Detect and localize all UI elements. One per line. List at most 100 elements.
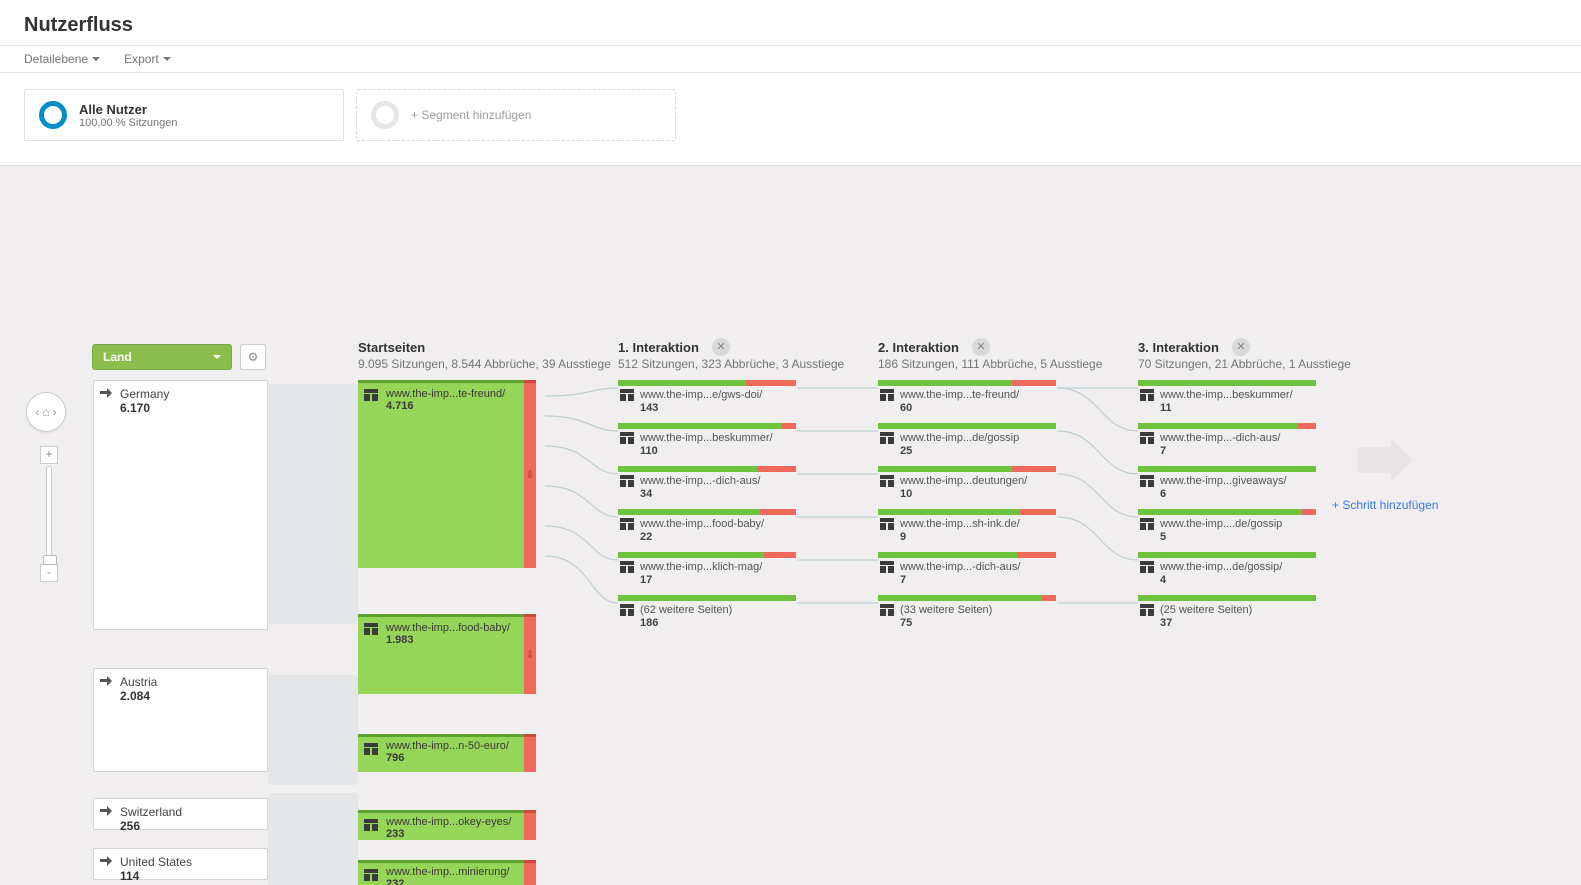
page-value: 4.716	[386, 400, 516, 412]
interaction-node[interactable]: www.the-imp...te-freund/60	[878, 380, 1058, 423]
delete-column-i1[interactable]: ✕	[712, 338, 730, 356]
flow-canvas[interactable]: ‹ ⌂ › + - Land ⚙ Startseiten 9.095 Sitzu…	[0, 165, 1581, 885]
node-value: 75	[900, 617, 992, 630]
page-icon	[880, 475, 894, 487]
country-name: Switzerland	[120, 805, 259, 819]
caret-down-icon	[163, 57, 171, 61]
interaction-node[interactable]: www.the-imp...food-baby/22	[618, 509, 798, 552]
interaction-node[interactable]: www.the-imp...beskummer/110	[618, 423, 798, 466]
page-icon	[880, 389, 894, 401]
node-title: www.the-imp...-dich-aus/	[900, 561, 1020, 574]
zoom-track[interactable]	[46, 466, 52, 562]
segment-bar: Alle Nutzer 100,00 % Sitzungen + Segment…	[0, 73, 1581, 165]
page-title-text: www.the-imp...te-freund/	[386, 388, 516, 400]
segment-all-users[interactable]: Alle Nutzer 100,00 % Sitzungen	[24, 89, 344, 141]
page-node[interactable]: www.the-imp...n-50-euro/ 796	[358, 734, 536, 772]
interaction-node[interactable]: www.the-imp...sh-ink.de/9	[878, 509, 1058, 552]
gear-icon: ⚙	[248, 350, 259, 364]
node-value: 10	[900, 488, 1027, 501]
node-value: 60	[900, 402, 1019, 415]
column-title: Startseiten	[358, 340, 611, 355]
node-value: 25	[900, 445, 1019, 458]
caret-down-icon	[213, 355, 221, 359]
page-icon	[620, 432, 634, 444]
node-title: www.the-imp...de/gossip/	[1160, 561, 1282, 574]
node-title: www.the-imp...food-baby/	[640, 518, 764, 531]
interaction-node[interactable]: www.the-imp...-dich-aus/7	[1138, 423, 1318, 466]
toolbar: Detailebene Export	[0, 45, 1581, 73]
interaction-node[interactable]: www.the-imp...e/gws-doi/143	[618, 380, 798, 423]
node-value: 7	[900, 574, 1020, 587]
interaction-node[interactable]: www.the-imp...klich-mag/17	[618, 552, 798, 595]
node-value: 4	[1160, 574, 1282, 587]
segment-title: Alle Nutzer	[79, 102, 177, 117]
page-node[interactable]: www.the-imp...minierung/ 232	[358, 860, 536, 885]
page-icon	[1140, 518, 1154, 530]
interaction-node[interactable]: (25 weitere Seiten)37	[1138, 595, 1318, 638]
node-value: 7	[1160, 445, 1280, 458]
interaction-node[interactable]: www.the-imp...de/gossip/4	[1138, 552, 1318, 595]
page-icon	[620, 475, 634, 487]
node-title: www.the-imp...e/gws-doi/	[640, 389, 762, 402]
page-icon	[1140, 389, 1154, 401]
caret-down-icon	[92, 57, 100, 61]
node-value: 5	[1160, 531, 1282, 544]
export-menu[interactable]: Export	[124, 52, 171, 66]
interaction-node[interactable]: www.the-imp....de/gossip5	[1138, 509, 1318, 552]
page-icon	[880, 561, 894, 573]
node-value: 17	[640, 574, 762, 587]
node-value: 143	[640, 402, 762, 415]
donut-icon	[39, 101, 67, 129]
big-arrow-icon	[1357, 438, 1413, 482]
pan-home-control[interactable]: ‹ ⌂ ›	[26, 392, 66, 432]
settings-button[interactable]: ⚙	[240, 344, 266, 370]
node-title: www.the-imp...-dich-aus/	[1160, 432, 1280, 445]
dimension-select[interactable]: Land	[92, 344, 232, 370]
export-label: Export	[124, 52, 159, 66]
node-title: www.the-imp....de/gossip	[1160, 518, 1282, 531]
page-value: 232	[386, 878, 516, 885]
page-value: 1.983	[386, 634, 516, 646]
column-subtitle: 70 Sitzungen, 21 Abbrüche, 1 Ausstiege	[1138, 357, 1351, 371]
interaction-node[interactable]: www.the-imp...-dich-aus/34	[618, 466, 798, 509]
column-subtitle: 186 Sitzungen, 111 Abbrüche, 5 Ausstiege	[878, 357, 1102, 371]
flow-ribbon	[268, 675, 358, 785]
node-title: (62 weitere Seiten)	[640, 604, 732, 617]
page-title-text: www.the-imp...okey-eyes/	[386, 816, 516, 828]
country-node[interactable]: Switzerland 256	[93, 798, 268, 830]
interaction-node[interactable]: (33 weitere Seiten)75	[878, 595, 1058, 638]
zoom-thumb[interactable]	[43, 555, 57, 565]
country-node[interactable]: Germany 6.170	[93, 380, 268, 630]
node-title: www.the-imp...-dich-aus/	[640, 475, 760, 488]
donut-ghost-icon	[371, 101, 399, 129]
interaction-node[interactable]: www.the-imp...de/gossip25	[878, 423, 1058, 466]
interaction-node[interactable]: (62 weitere Seiten)186	[618, 595, 798, 638]
page-icon	[364, 869, 378, 881]
dropoff-bar: ⇩	[524, 380, 536, 568]
node-value: 110	[640, 445, 773, 458]
country-value: 114	[120, 869, 259, 883]
interaction-node[interactable]: www.the-imp...beskummer/11	[1138, 380, 1318, 423]
segment-add[interactable]: + Segment hinzufügen	[356, 89, 676, 141]
page-node[interactable]: www.the-imp...te-freund/ 4.716 ⇩	[358, 380, 536, 568]
delete-column-i3[interactable]: ✕	[1232, 338, 1250, 356]
delete-column-i2[interactable]: ✕	[972, 338, 990, 356]
zoom-out-button[interactable]: -	[40, 564, 58, 582]
arrow-right-icon	[100, 855, 114, 867]
zoom-in-button[interactable]: +	[40, 446, 58, 464]
country-node[interactable]: Austria 2.084	[93, 668, 268, 772]
page-node[interactable]: www.the-imp...food-baby/ 1.983 ⇩	[358, 614, 536, 694]
dropoff-bar	[524, 810, 536, 840]
interaction-node[interactable]: www.the-imp...deutungen/10	[878, 466, 1058, 509]
arrow-right-icon	[100, 675, 114, 687]
page-node[interactable]: www.the-imp...okey-eyes/ 233	[358, 810, 536, 840]
page-title: Nutzerfluss	[0, 0, 1581, 45]
detail-level-menu[interactable]: Detailebene	[24, 52, 100, 66]
interaction-node[interactable]: www.the-imp...-dich-aus/7	[878, 552, 1058, 595]
dropoff-bar: ⇩	[524, 614, 536, 694]
country-node[interactable]: United States 114	[93, 848, 268, 880]
node-title: www.the-imp...de/gossip	[900, 432, 1019, 445]
add-step[interactable]: + Schritt hinzufügen	[1332, 438, 1438, 512]
interaction-node[interactable]: www.the-imp...giveaways/6	[1138, 466, 1318, 509]
chevron-right-icon: ›	[53, 405, 57, 419]
